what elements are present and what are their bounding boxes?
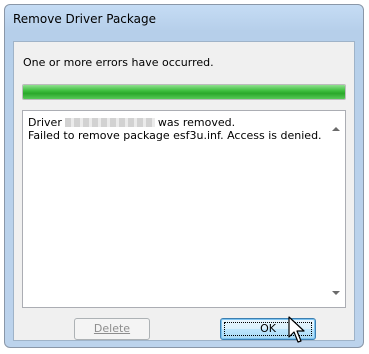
log-text: Driver was removed. Failed to remove pack… xyxy=(28,116,322,142)
redacted-driver-name xyxy=(64,118,155,127)
progress-fill xyxy=(23,85,345,99)
dialog-client-area: One or more errors have occurred. Driver… xyxy=(13,41,355,341)
mouse-pointer-icon xyxy=(288,316,305,343)
delete-button-label: Delete xyxy=(93,322,131,335)
log-line2: Failed to remove package esf3u.inf. Acce… xyxy=(28,129,322,142)
status-message: One or more errors have occurred. xyxy=(23,56,214,69)
log-textbox[interactable]: Driver was removed. Failed to remove pack… xyxy=(22,110,346,308)
scroll-down-arrow-icon[interactable] xyxy=(332,291,340,295)
delete-button[interactable]: Delete xyxy=(74,318,150,340)
log-line1-prefix: Driver xyxy=(28,116,62,129)
progress-bar xyxy=(22,84,346,100)
window-title: Remove Driver Package xyxy=(13,12,156,26)
log-line1-suffix: was removed. xyxy=(157,116,236,129)
scroll-up-arrow-icon[interactable] xyxy=(332,127,340,131)
dialog-window: Remove Driver Package One or more errors… xyxy=(4,4,364,348)
log-scrollbar[interactable] xyxy=(328,111,345,307)
